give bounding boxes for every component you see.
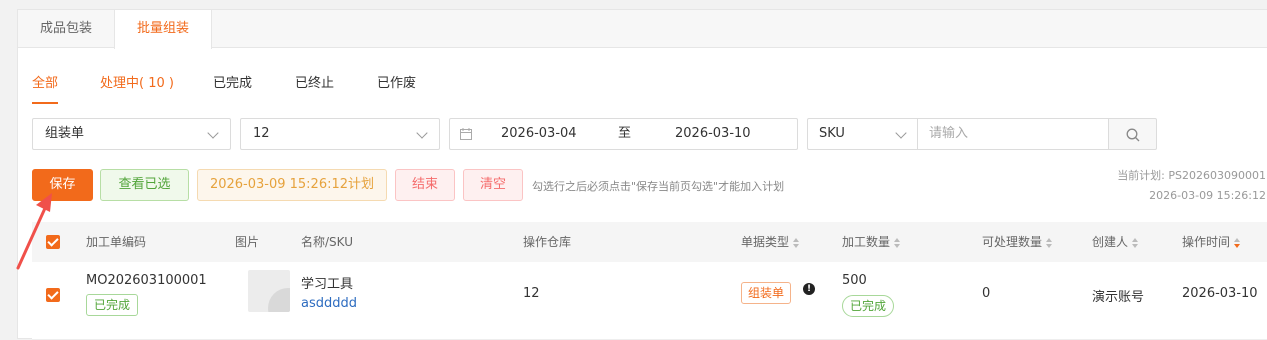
table-row[interactable]: MO202603100001 已完成 学习工具 asddddd 12 组装单 !… — [32, 262, 1267, 340]
sort-desc-icon[interactable] — [1234, 237, 1241, 248]
header-name-sku: 名称/SKU — [301, 235, 353, 249]
chevron-down-icon — [416, 127, 428, 139]
tab-batch-assembly[interactable]: 批量组装 — [114, 10, 212, 49]
row-warehouse: 12 — [523, 286, 540, 301]
current-plan-time: 2026-03-09 15:26:12 — [1149, 189, 1266, 202]
header-warehouse: 操作仓库 — [523, 235, 572, 249]
header-creator[interactable]: 创建人 — [1092, 222, 1139, 262]
sort-icon[interactable] — [894, 237, 901, 248]
status-tab-terminated[interactable]: 已终止 — [295, 70, 334, 104]
search-input[interactable]: 请输入 — [917, 118, 1109, 150]
header-doc-type[interactable]: 单据类型 — [741, 222, 800, 262]
date-range-picker[interactable]: 2026-03-04 至 2026-03-10 — [449, 118, 798, 150]
date-start[interactable]: 2026-03-04 — [501, 119, 577, 149]
header-doc-type-label: 单据类型 — [741, 235, 790, 249]
clear-button[interactable]: 清空 — [463, 169, 523, 201]
batch-assembly-panel: 成品包装 批量组装 全部 处理中( 10 ) 已完成 已终止 已作废 组装单 1… — [17, 9, 1267, 340]
row-processable: 0 — [982, 286, 991, 301]
search-field-value: SKU — [819, 126, 845, 141]
search-button[interactable] — [1108, 118, 1157, 150]
plan-button[interactable]: 2026-03-09 15:26:12计划 — [197, 169, 387, 201]
calendar-icon — [460, 128, 472, 140]
view-selected-button[interactable]: 查看已选 — [100, 169, 189, 201]
status-tab-voided[interactable]: 已作废 — [377, 70, 416, 104]
row-name: 学习工具 — [301, 277, 354, 292]
header-code: 加工单编码 — [86, 235, 147, 249]
count-select[interactable]: 12 — [240, 118, 440, 150]
sort-icon[interactable] — [793, 237, 800, 248]
date-end[interactable]: 2026-03-10 — [675, 119, 751, 149]
search-icon — [1126, 128, 1140, 142]
header-processable-label: 可处理数量 — [982, 235, 1043, 249]
qty-status-badge: 已完成 — [842, 295, 895, 317]
row-time: 2026-03-10 — [1182, 286, 1258, 301]
annotation-arrow-icon — [16, 193, 52, 270]
header-qty[interactable]: 加工数量 — [842, 222, 901, 262]
row-sku-link[interactable]: asddddd — [301, 296, 357, 311]
count-value: 12 — [253, 126, 270, 141]
row-qty: 500 — [842, 273, 867, 288]
header-image: 图片 — [235, 235, 260, 249]
top-tabs: 成品包装 批量组装 — [18, 10, 1267, 49]
chevron-down-icon — [207, 127, 219, 139]
header-creator-label: 创建人 — [1092, 235, 1129, 249]
header-time-label: 操作时间 — [1182, 235, 1231, 249]
status-tab-processing[interactable]: 处理中( 10 ) — [100, 70, 174, 104]
status-tab-completed[interactable]: 已完成 — [213, 70, 252, 104]
search-field-select[interactable]: SKU — [807, 118, 918, 150]
row-creator: 演示账号 — [1092, 290, 1145, 305]
sort-icon[interactable] — [1132, 237, 1139, 248]
current-plan-label: 当前计划: PS202603090001 — [1117, 169, 1266, 182]
row-code: MO202603100001 — [86, 273, 207, 288]
product-image — [248, 270, 290, 312]
selection-hint: 勾选行之后必须点击"保存当前页勾选"才能加入计划 — [532, 180, 785, 193]
header-processable[interactable]: 可处理数量 — [982, 222, 1053, 262]
header-qty-label: 加工数量 — [842, 235, 891, 249]
search-placeholder: 请输入 — [929, 126, 969, 141]
chevron-down-icon — [895, 127, 907, 139]
doc-type-badge: 组装单 — [741, 282, 792, 304]
table-header: 加工单编码 图片 名称/SKU 操作仓库 单据类型 加工数量 可处理数量 创建人… — [32, 222, 1267, 262]
info-icon[interactable]: ! — [803, 283, 815, 295]
status-badge: 已完成 — [86, 294, 139, 316]
sort-icon[interactable] — [1046, 237, 1053, 248]
end-button[interactable]: 结束 — [395, 169, 455, 201]
date-separator: 至 — [618, 126, 632, 141]
header-time[interactable]: 操作时间 — [1182, 222, 1241, 262]
